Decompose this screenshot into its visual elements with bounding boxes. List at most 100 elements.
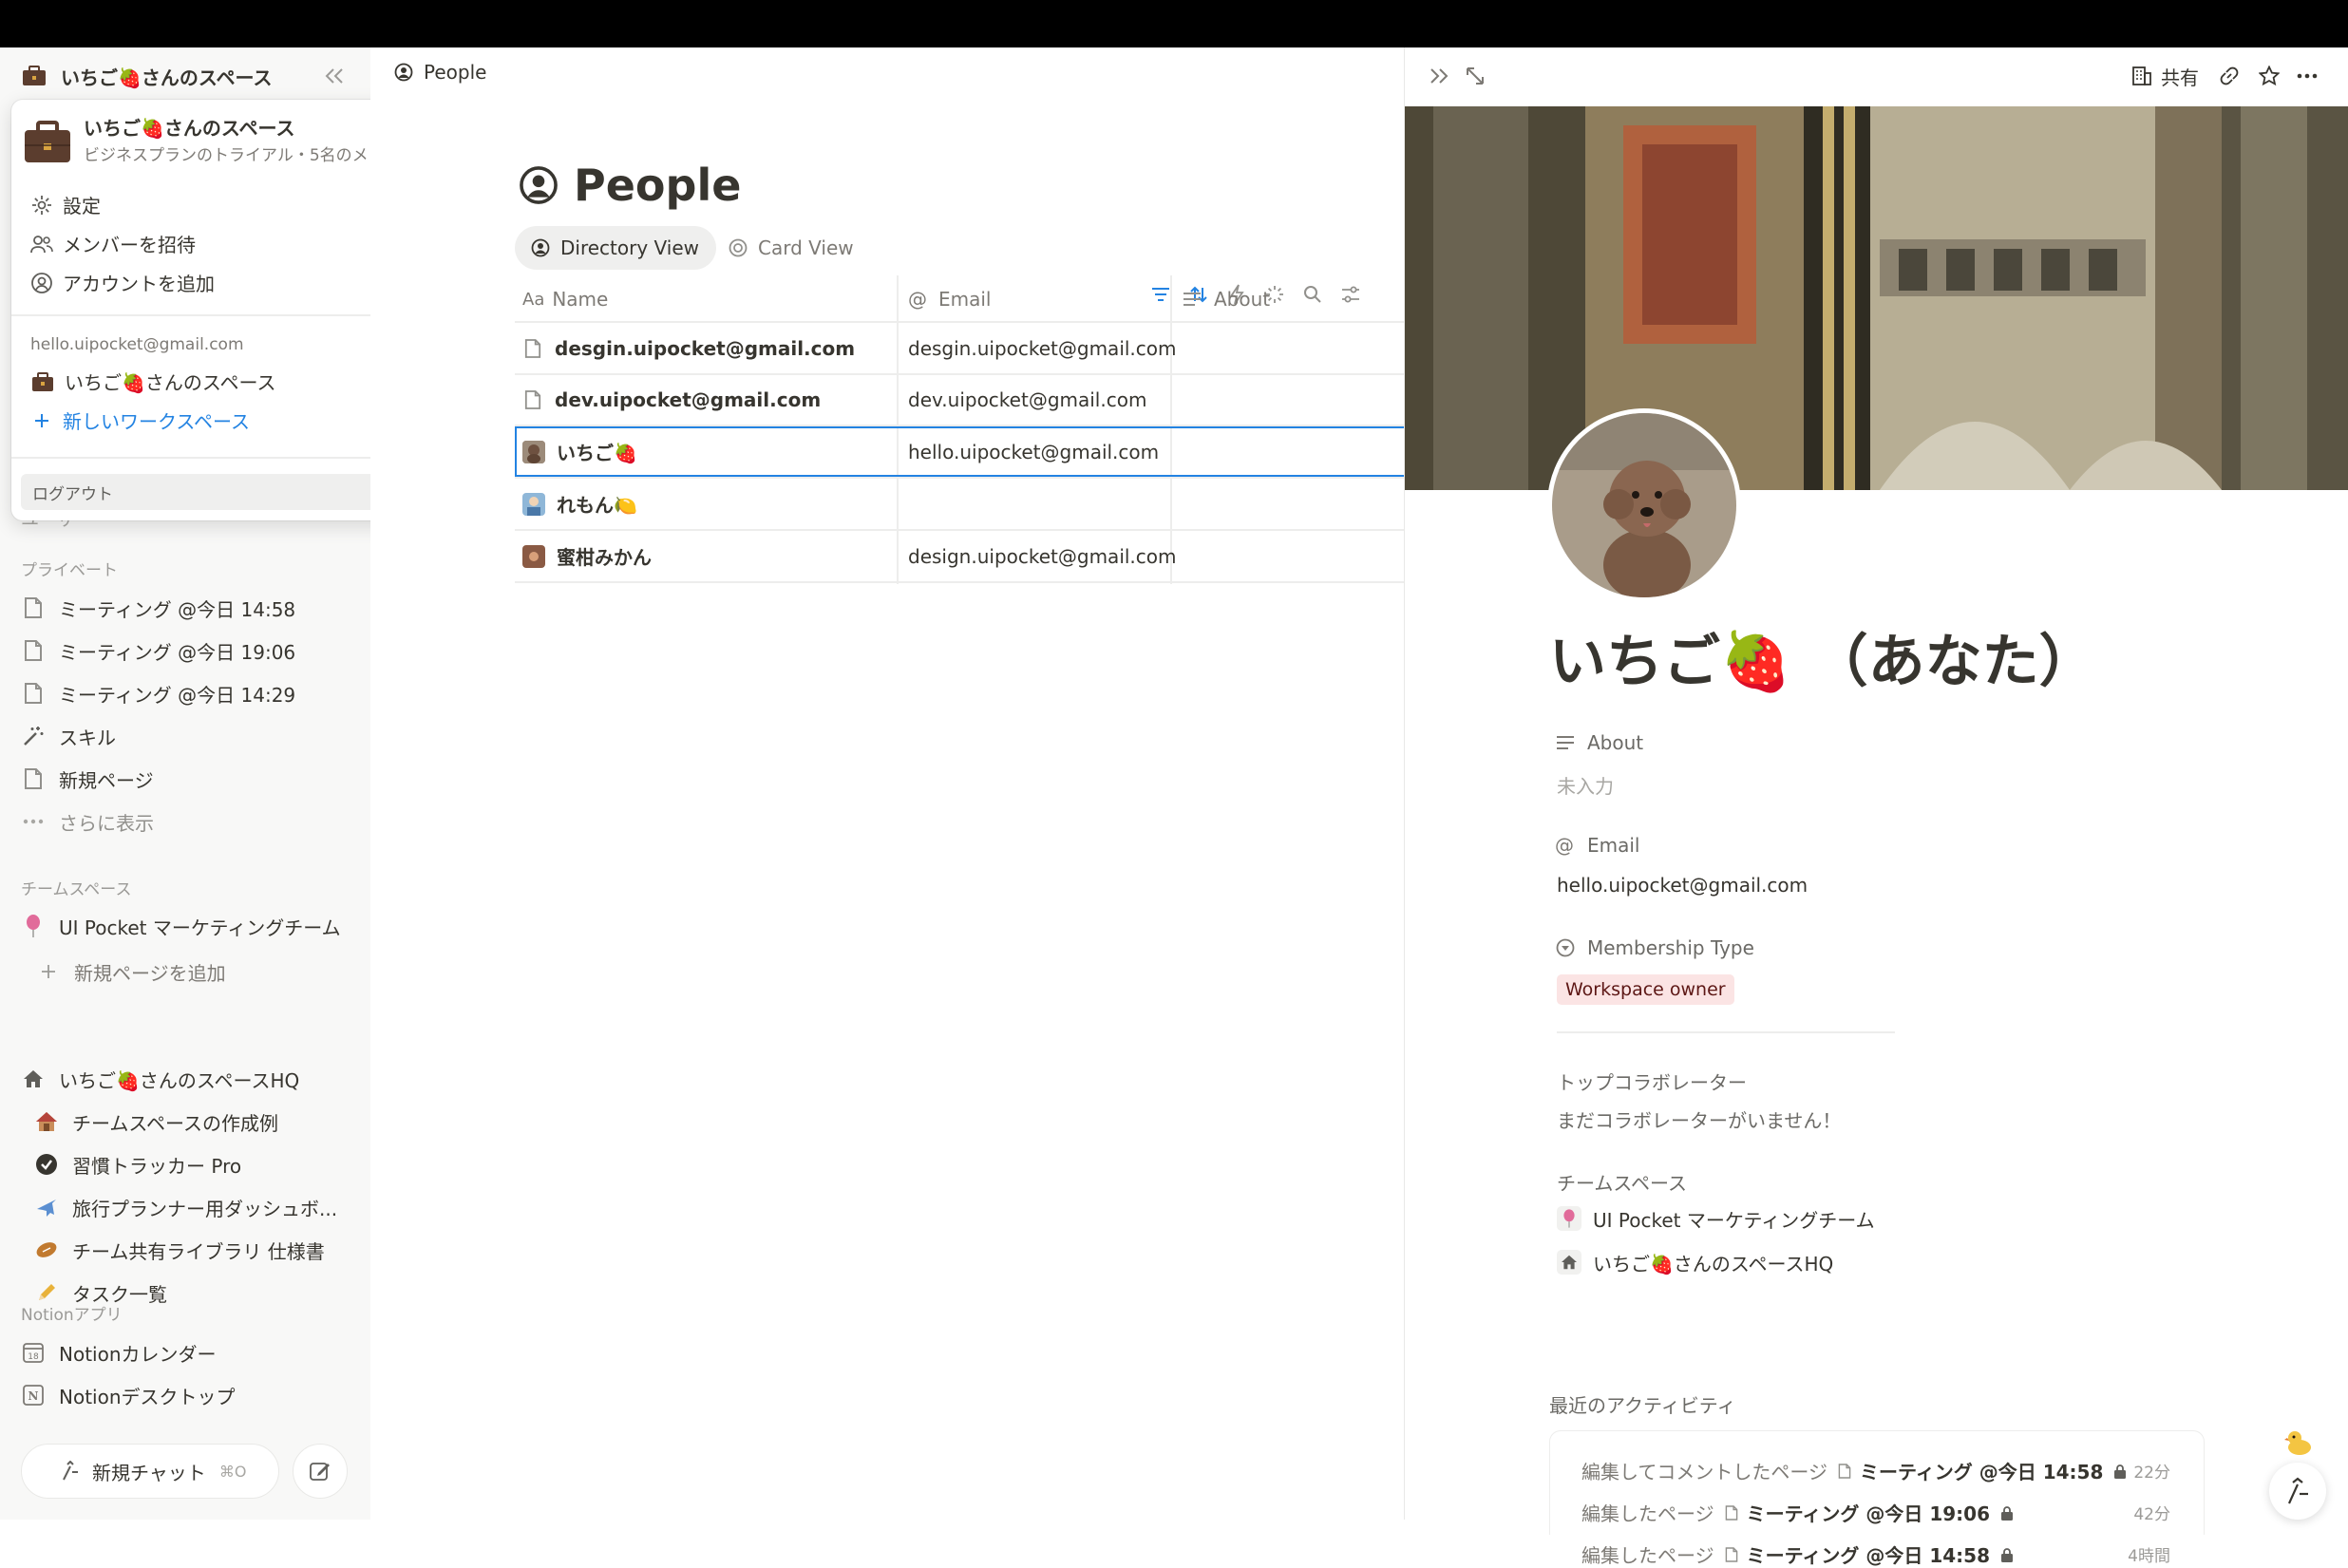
sidebar-item-habit-tracker[interactable]: 習慣トラッカー Pro [34,1147,241,1181]
membership-badge[interactable]: Workspace owner [1557,974,1734,1005]
page-title: People [517,160,741,211]
sidebar-item-shared-library[interactable]: チーム共有ライブラリ 仕様書 [34,1233,325,1267]
sidebar-item-show-more[interactable]: さらに表示 [21,804,154,839]
lock-icon [1998,1547,2017,1562]
compose-button[interactable] [293,1444,348,1499]
at-sign-icon: @ [908,288,927,311]
sidebar-item-meeting-1906[interactable]: ミーティング @今日 19:06 [21,633,295,668]
more-icon [21,809,46,834]
sidebar-item-add-page[interactable]: 新規ページを追加 [36,954,226,989]
ai-assistant-button[interactable] [2269,1463,2326,1520]
row-name-cell[interactable]: いちご🍓 [522,428,637,475]
menu-item-invite[interactable]: メンバーを招待 [30,230,196,257]
sidebar-item-travel-planner[interactable]: 旅行プランナー用ダッシュボ... [34,1190,337,1224]
search-icon[interactable] [1299,281,1326,308]
top-collab-value: まだコラボレーターがいません！ [1557,1109,1842,1132]
prop-email-value[interactable]: hello.uipocket@gmail.com [1557,874,1808,897]
tab-card-view[interactable]: Card View [728,226,854,270]
airplane-icon [34,1195,59,1219]
section-private-label: プライベート [21,561,118,580]
balloon-icon [1557,1206,1581,1231]
workspace-menu: いちご🍓さんのスペース ビジネスプランのトライアル・5名のメン... 設定 メン… [11,100,422,520]
column-header-name[interactable]: Aa Name [522,283,608,315]
workspace-name: いちご🍓さんのスペース [61,66,273,89]
sidebar-item-notion-calendar[interactable]: 18 Notionカレンダー [21,1335,217,1370]
more-options-icon[interactable] [2294,63,2320,89]
activity-row[interactable]: 編集したページ ミーティング @今日 19:06 42分 [1581,1499,2170,1526]
column-header-email[interactable]: @ Email [908,283,992,315]
menu-new-workspace[interactable]: 新しいワークスペース [30,406,250,434]
table-row[interactable]: れもん🍋 [515,479,1404,529]
prop-about-label: About [1555,731,1643,754]
menu-workspace-option[interactable]: いちご🍓さんのスペース [30,368,410,395]
sidebar-item-uipocket-marketing[interactable]: UI Pocket マーケティングチーム [21,909,341,943]
view-settings-icon[interactable] [1337,281,1364,308]
menu-workspace-name: いちご🍓さんのスペース [84,117,295,140]
link-icon[interactable] [2216,63,2243,89]
row-name-cell[interactable]: dev.uipocket@gmail.com [522,375,821,425]
profile-avatar[interactable] [1547,408,1741,602]
page-icon [21,595,46,620]
menu-item-settings[interactable]: 設定 [30,191,101,218]
workspace-switcher[interactable]: いちご🍓さんのスペース [21,59,273,93]
window-top-bar [0,0,2348,47]
sidebar-item-meeting-1429[interactable]: ミーティング @今日 14:29 [21,676,295,710]
collapse-sidebar-icon[interactable] [321,63,348,89]
sidebar-item-new-page[interactable]: 新規ページ [21,762,154,796]
row-name-cell[interactable]: desgin.uipocket@gmail.com [522,323,855,373]
expand-icon[interactable] [1462,63,1488,89]
row-email-cell[interactable]: desgin.uipocket@gmail.com [908,323,1177,373]
sidebar-item-notion-desktop[interactable]: N Notionデスクトップ [21,1378,236,1412]
lemon-avatar [522,492,545,516]
peek-panel: 共有 いちご🍓 （あなた） About 未入力 @ Email hello.ui… [1404,47,2348,1567]
row-divider [515,581,1404,583]
activity-row[interactable]: 編集してコメントしたページ ミーティング @今日 14:58 22分 [1581,1457,2170,1484]
tab-directory-view[interactable]: Directory View [515,226,716,270]
home-icon [21,1067,46,1091]
sidebar-item-workspace-hq[interactable]: いちご🍓さんのスペースHQ [21,1062,299,1096]
row-name-cell[interactable]: 蜜柑みかん [522,531,652,581]
star-icon[interactable] [2256,63,2282,89]
prop-membership-label: Membership Type [1555,936,1754,959]
close-peek-icon[interactable] [1426,63,1452,89]
duck-icon [2284,1428,2313,1457]
sidebar-item-skill[interactable]: スキル [21,719,116,753]
notion-icon: N [21,1383,46,1407]
teamspace-item[interactable]: いちご🍓さんのスペースHQ [1557,1246,1833,1278]
prop-about-value[interactable]: 未入力 [1557,771,1614,799]
sidebar-item-teamspace-example[interactable]: チームスペースの作成例 [34,1105,278,1139]
at-sign-icon: @ [1555,834,1574,857]
activity-row[interactable]: 編集したページ ミーティング @今日 14:58 4時間 [1581,1540,2170,1568]
table-row[interactable]: desgin.uipocket@gmail.com desgin.uipocke… [515,323,1404,373]
page-icon [1722,1546,1741,1563]
main-content: People People Directory View Card View A… [370,47,1404,1520]
row-name-cell[interactable]: れもん🍋 [522,479,637,529]
menu-workspace-plan: ビジネスプランのトライアル・5名のメン... [84,146,400,165]
row-email-cell[interactable]: design.uipocket@gmail.com [908,531,1177,581]
menu-item-add-account[interactable]: アカウントを追加 [30,269,215,296]
breadcrumb[interactable]: People [393,61,486,84]
column-header-about[interactable]: About [1182,283,1270,315]
row-email-cell[interactable]: hello.uipocket@gmail.com [908,428,1159,475]
compose-icon [309,1460,331,1483]
new-chat-button[interactable]: 新規チャット ⌘O [21,1444,279,1499]
home-icon [1557,1250,1581,1275]
sidebar-item-meeting-1458[interactable]: ミーティング @今日 14:58 [21,591,295,625]
teamspace-item[interactable]: UI Pocket マーケティングチーム [1557,1202,1875,1235]
share-button[interactable]: 共有 [2130,61,2199,91]
chat-sparkle-icon [58,1460,81,1483]
shortcut-hint: ⌘O [218,1462,247,1481]
notion-ai-face-icon [2282,1475,2314,1507]
table-row-selected[interactable]: いちご🍓 hello.uipocket@gmail.com [515,426,1404,477]
logout-button[interactable]: ログアウト [21,474,412,510]
row-email-cell[interactable]: dev.uipocket@gmail.com [908,375,1146,425]
text-lines-icon [1555,735,1576,750]
section-notion-apps-label: Notionアプリ [21,1306,123,1325]
check-badge-icon [34,1152,59,1177]
orange-avatar [522,544,545,568]
table-row[interactable]: dev.uipocket@gmail.com dev.uipocket@gmai… [515,375,1404,425]
table-row[interactable]: 蜜柑みかん design.uipocket@gmail.com [515,531,1404,581]
cover-image[interactable] [1405,106,2348,490]
people-circle-icon [393,63,414,82]
dog-avatar [522,440,545,463]
